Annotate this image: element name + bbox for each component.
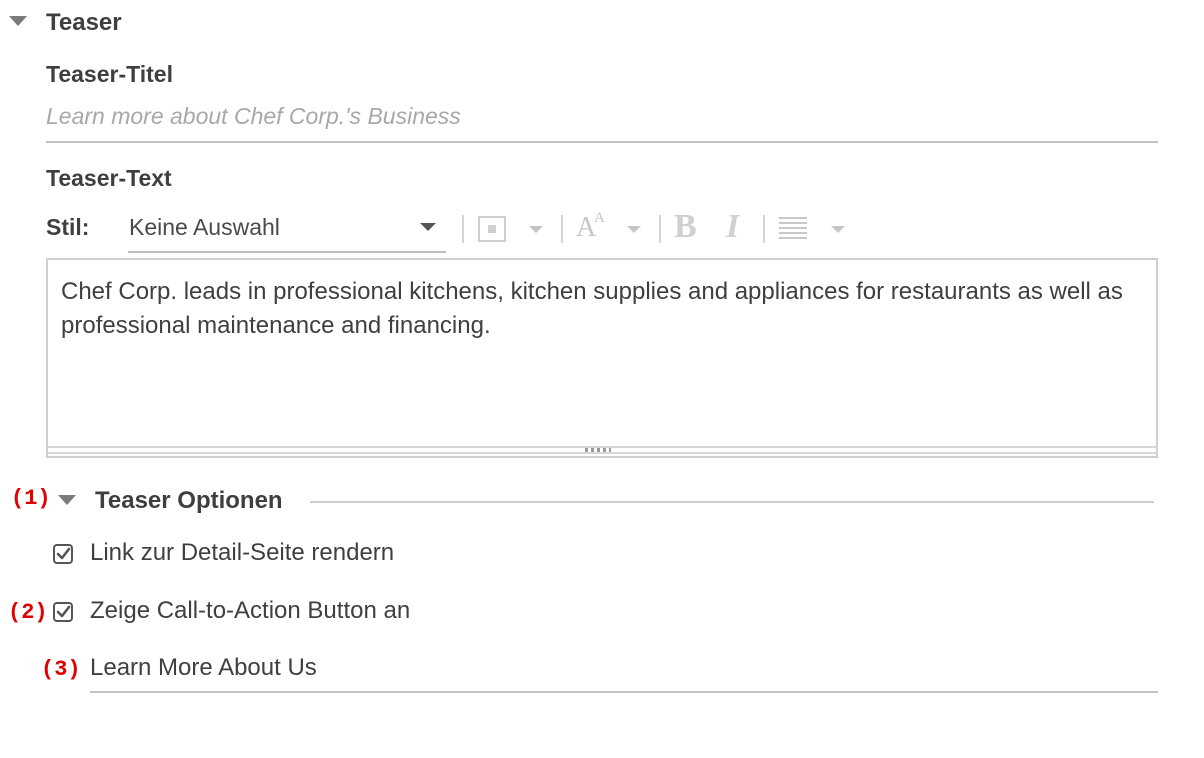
dropdown-arrow-icon bbox=[420, 223, 436, 231]
editor-resize-bar[interactable] bbox=[48, 446, 1156, 454]
options-collapse-icon[interactable] bbox=[58, 495, 76, 505]
link-detail-checkbox[interactable] bbox=[53, 544, 73, 564]
annotation-marker-2: (2) bbox=[8, 600, 48, 625]
font-size-small-glyph: A bbox=[594, 210, 605, 226]
cta-button-checkbox[interactable] bbox=[53, 602, 73, 622]
block-style-dropdown-icon[interactable] bbox=[529, 226, 543, 233]
cta-text-underline bbox=[90, 691, 1158, 693]
style-label: Stil: bbox=[46, 214, 90, 240]
align-dropdown-icon[interactable] bbox=[831, 226, 845, 233]
bold-icon[interactable]: B bbox=[674, 208, 697, 246]
options-divider bbox=[310, 501, 1154, 503]
font-size-dropdown-icon[interactable] bbox=[627, 226, 641, 233]
cta-text-input[interactable]: Learn More About Us bbox=[90, 654, 317, 682]
toolbar-separator bbox=[561, 215, 563, 243]
teaser-text-editor[interactable]: Chef Corp. leads in professional kitchen… bbox=[46, 258, 1158, 458]
teaser-collapse-icon[interactable] bbox=[9, 16, 27, 26]
teaser-text-label: Teaser-Text bbox=[46, 165, 172, 191]
teaser-title-label: Teaser-Titel bbox=[46, 61, 173, 87]
checkmark-icon bbox=[56, 547, 71, 560]
style-select-underline bbox=[128, 251, 446, 253]
style-select[interactable]: Keine Auswahl bbox=[128, 210, 446, 254]
teaser-text-content[interactable]: Chef Corp. leads in professional kitchen… bbox=[61, 275, 1146, 343]
link-detail-label[interactable]: Link zur Detail-Seite rendern bbox=[90, 539, 394, 567]
annotation-marker-1: (1) bbox=[11, 486, 51, 511]
checkmark-icon bbox=[56, 605, 71, 618]
font-size-icon[interactable]: A A bbox=[576, 210, 608, 244]
block-style-icon[interactable] bbox=[478, 216, 506, 242]
cta-button-label[interactable]: Zeige Call-to-Action Button an bbox=[90, 597, 410, 625]
teaser-section-title[interactable]: Teaser bbox=[46, 9, 122, 37]
toolbar-separator bbox=[659, 215, 661, 243]
teaser-title-input[interactable] bbox=[46, 103, 1146, 130]
style-select-value: Keine Auswahl bbox=[129, 214, 280, 240]
toolbar-separator bbox=[763, 215, 765, 243]
options-section-title[interactable]: Teaser Optionen bbox=[95, 487, 283, 515]
toolbar-separator bbox=[462, 215, 464, 243]
teaser-title-underline bbox=[46, 141, 1158, 143]
align-icon[interactable] bbox=[779, 217, 809, 243]
italic-icon[interactable]: I bbox=[726, 208, 739, 246]
annotation-marker-3: (3) bbox=[41, 657, 81, 682]
resize-grip-icon[interactable] bbox=[585, 448, 611, 452]
